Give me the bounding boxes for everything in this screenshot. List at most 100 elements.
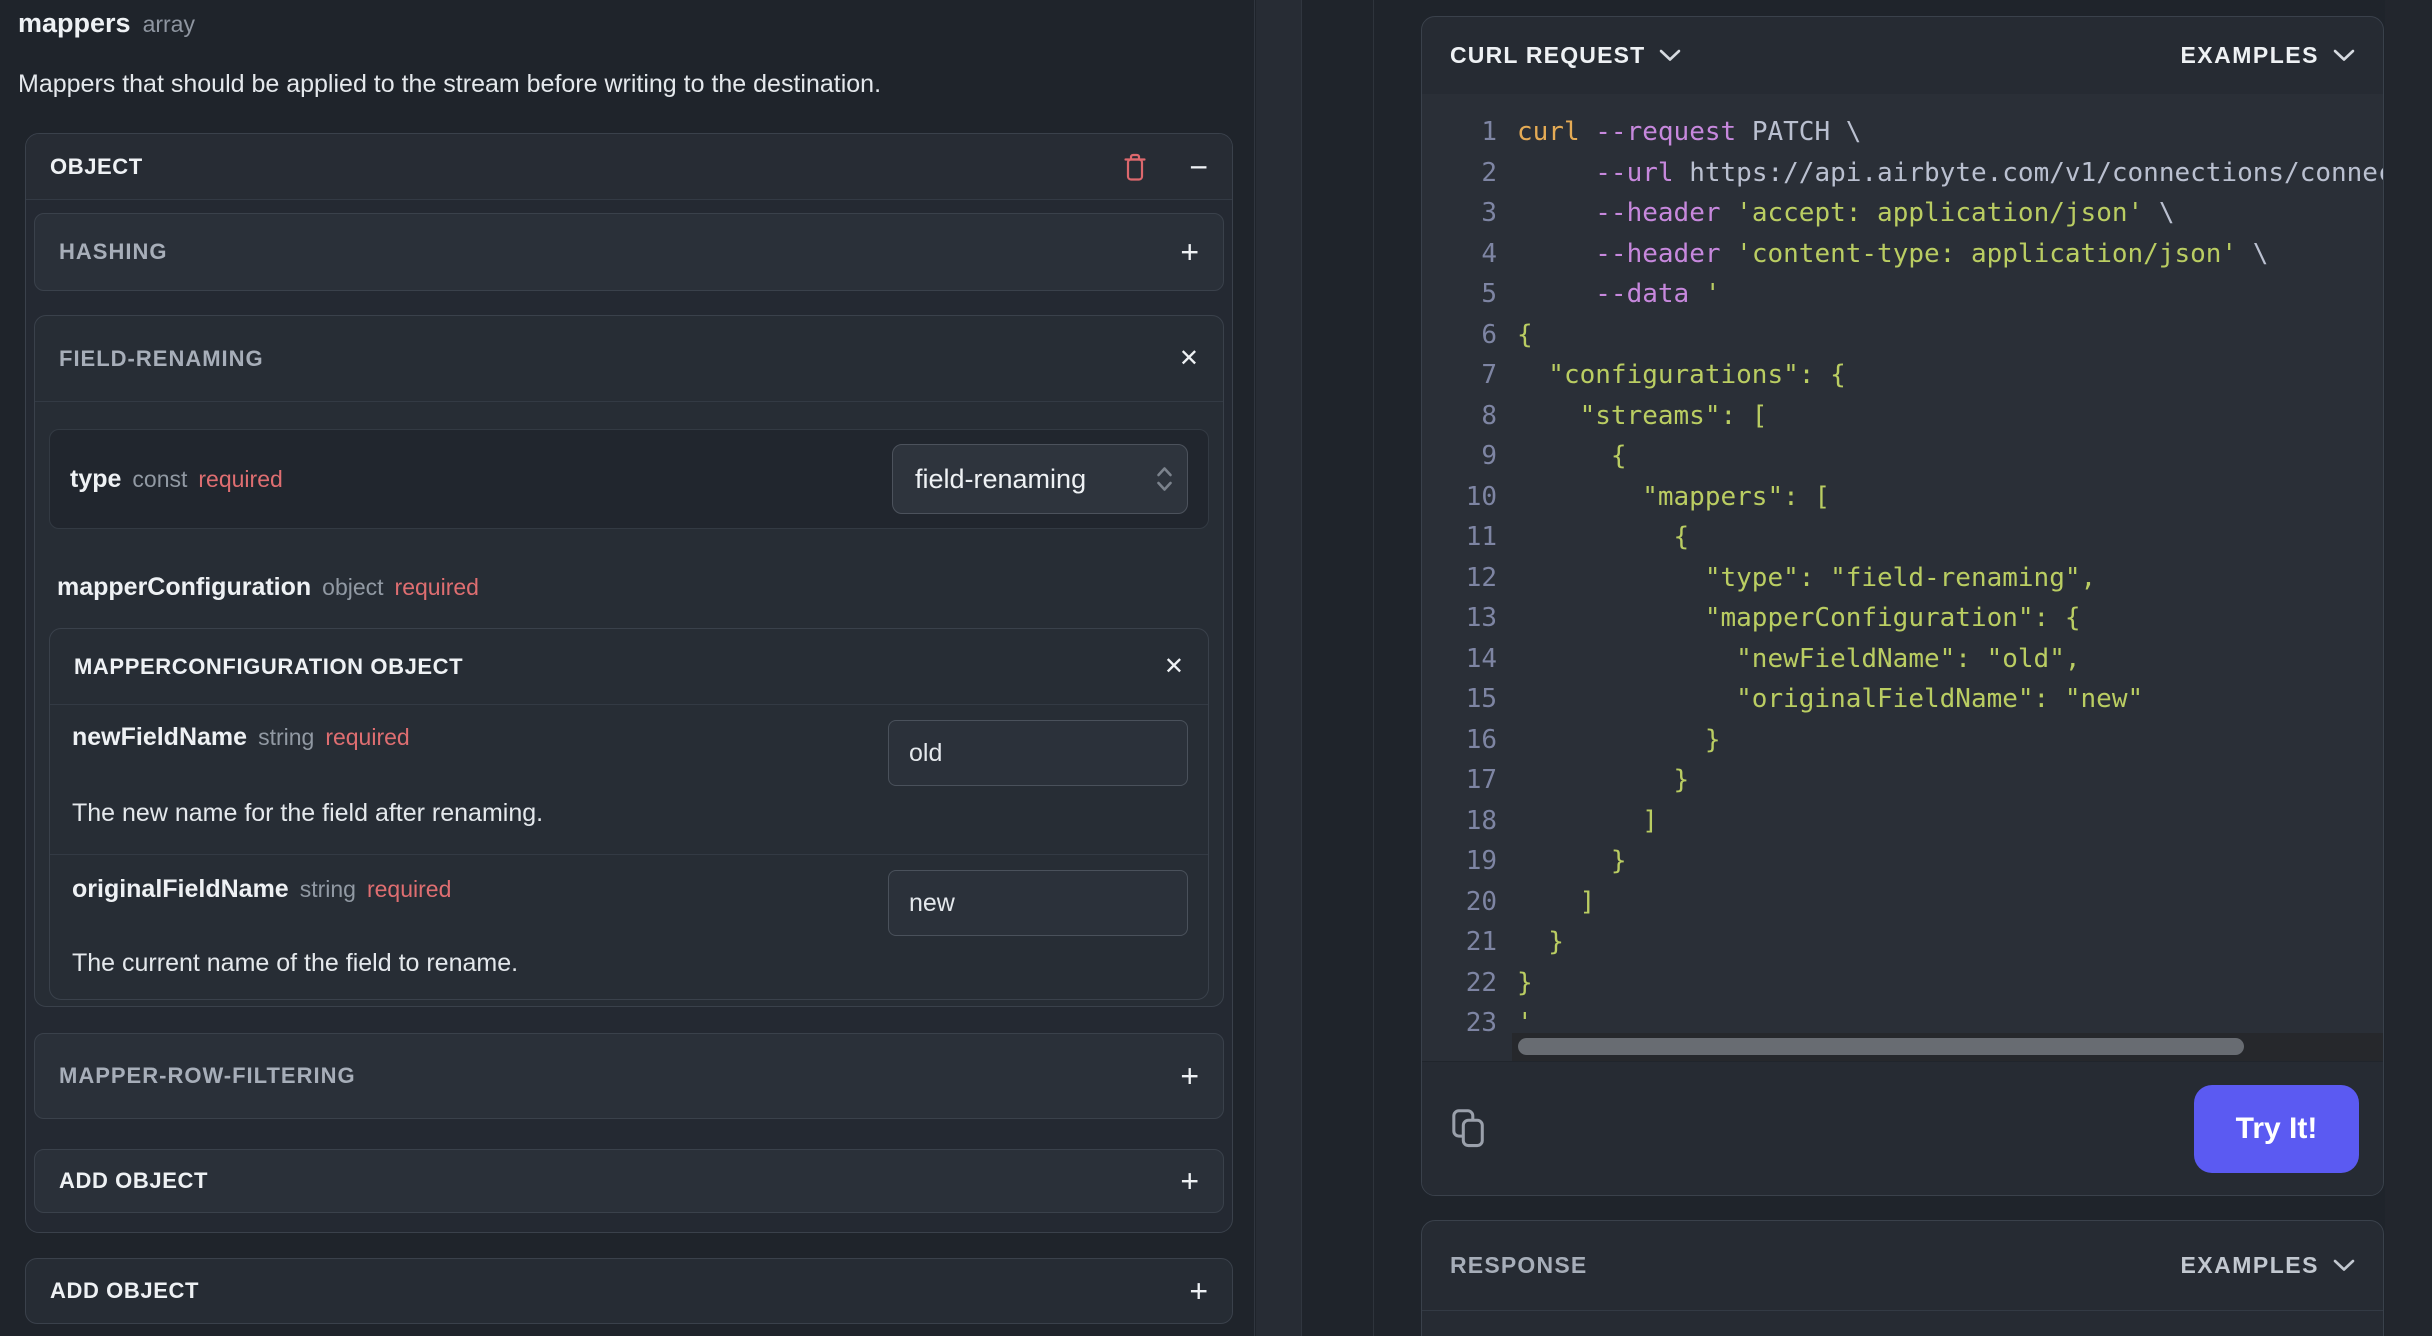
code-text: "streams": [: [1517, 400, 1768, 431]
field-renaming-label: FIELD-RENAMING: [59, 345, 264, 371]
code-line: 11 {: [1422, 517, 2383, 558]
page-right-gutter: [2385, 0, 2432, 1336]
code-line: 3 --header 'accept: application/json' \: [1422, 193, 2383, 234]
original-field-name-input[interactable]: [888, 870, 1188, 936]
curl-request-title: CURL REQUEST: [1450, 42, 1646, 68]
mapper-configuration-close-button[interactable]: ✕: [1164, 654, 1184, 679]
code-line: 17 }: [1422, 760, 2383, 801]
field-renaming-header[interactable]: FIELD-RENAMING ✕: [35, 316, 1223, 402]
chevron-down-icon: [1659, 49, 1681, 62]
column-scrollbar-gutter[interactable]: [1256, 0, 1302, 1336]
code-text: {: [1517, 522, 1690, 552]
code-line: 21 }: [1422, 922, 2383, 963]
code-text: }: [1517, 927, 1564, 957]
code-line: 22}: [1422, 963, 2383, 1004]
mapper-configuration-kind: object: [322, 574, 384, 600]
mapper-configuration-card: MAPPERCONFIGURATION OBJECT ✕ newFieldNam…: [49, 628, 1209, 1000]
code-line: 2 --url https://api.airbyte.com/v1/conne…: [1422, 153, 2383, 194]
mapper-configuration-card-header[interactable]: MAPPERCONFIGURATION OBJECT ✕: [50, 629, 1208, 705]
mapper-configuration-label: mapperConfiguration object required: [57, 573, 1223, 602]
field-title-type: array: [142, 11, 195, 37]
code-line: 14 "newFieldName": "old",: [1422, 639, 2383, 680]
line-number: 12: [1465, 562, 1497, 593]
request-examples-dropdown[interactable]: EXAMPLES: [2180, 42, 2355, 69]
code-text: "originalFieldName": "new": [1517, 684, 2144, 714]
code-text: curl --request PATCH \: [1517, 117, 1862, 147]
add-object-inner-card[interactable]: ADD OBJECT +: [34, 1149, 1224, 1213]
hashing-expand-button[interactable]: +: [1180, 236, 1199, 268]
request-examples-label: EXAMPLES: [2180, 42, 2319, 68]
original-field-name-label: originalFieldName: [72, 875, 289, 903]
line-number: 17: [1465, 765, 1497, 795]
line-number: 5: [1481, 279, 1497, 309]
copy-button[interactable]: [1450, 1107, 1488, 1150]
code-line: 20 ]: [1422, 882, 2383, 923]
response-examples-dropdown[interactable]: EXAMPLES: [2180, 1252, 2355, 1279]
add-object-inner-label: ADD OBJECT: [59, 1168, 209, 1193]
type-kind: const: [132, 465, 188, 492]
collapse-button[interactable]: −: [1189, 151, 1208, 183]
curl-request-dropdown[interactable]: CURL REQUEST: [1450, 42, 1681, 69]
response-examples-label: EXAMPLES: [2180, 1252, 2319, 1278]
code-text: }: [1517, 846, 1627, 876]
line-number: 8: [1481, 400, 1497, 431]
new-field-name-input[interactable]: [888, 720, 1188, 786]
code-block[interactable]: 1 curl --request PATCH \ 2 --url https://a…: [1422, 94, 2383, 1061]
line-number: 22: [1465, 967, 1497, 998]
mapper-configuration-card-title: MAPPERCONFIGURATION OBJECT: [74, 653, 464, 679]
object-wrapper: OBJECT − HASHING + FIELD-RENAMING ✕ type…: [25, 133, 1233, 1233]
curl-request-footer: Try It!: [1422, 1061, 2383, 1195]
horizontal-scrollbar-thumb[interactable]: [1518, 1038, 2244, 1055]
try-it-button[interactable]: Try It!: [2194, 1084, 2359, 1173]
field-title-name: mappers: [18, 8, 131, 38]
line-number: 2: [1481, 157, 1497, 188]
type-row: type const required field-renaming: [49, 429, 1209, 529]
code-line: 5 --data ': [1422, 274, 2383, 315]
field-title: mappers array: [18, 8, 195, 39]
horizontal-scrollbar[interactable]: [1512, 1033, 2383, 1061]
code-line: 15 "originalFieldName": "new": [1422, 679, 2383, 720]
code-line: 12 "type": "field-renaming",: [1422, 558, 2383, 599]
line-number: 7: [1481, 360, 1497, 390]
type-name: type: [70, 464, 122, 493]
add-object-outer-button[interactable]: +: [1189, 1275, 1208, 1307]
new-field-name-label: newFieldName: [72, 723, 248, 751]
line-number: 15: [1465, 684, 1497, 714]
line-number: 6: [1481, 319, 1497, 350]
code-line: 8 "streams": [: [1422, 396, 2383, 437]
code-text: "type": "field-renaming",: [1517, 562, 2097, 593]
code-line: 16 }: [1422, 720, 2383, 761]
code-text: --url https://api.airbyte.com/v1/connect…: [1595, 157, 2383, 188]
code-lines: 1 curl --request PATCH \ 2 --url https://a…: [1422, 112, 2383, 1044]
mapper-row-filtering-expand-button[interactable]: +: [1180, 1060, 1199, 1092]
mapper-row-filtering-card[interactable]: MAPPER-ROW-FILTERING +: [34, 1033, 1224, 1119]
field-renaming-close-button[interactable]: ✕: [1179, 346, 1199, 371]
line-number: 21: [1465, 927, 1497, 957]
add-object-inner-button[interactable]: +: [1180, 1165, 1199, 1197]
line-number: 14: [1465, 643, 1497, 674]
trash-icon[interactable]: [1121, 151, 1149, 183]
code-line: 9 {: [1422, 436, 2383, 477]
column-divider: [1373, 0, 1374, 1336]
code-text: {: [1517, 319, 1533, 350]
original-field-name-required-badge: required: [366, 876, 452, 902]
field-renaming-section: FIELD-RENAMING ✕ type const required fie…: [34, 315, 1224, 1007]
chevron-down-icon: [2333, 1259, 2355, 1272]
code-text: {: [1517, 441, 1627, 471]
mapper-row-filtering-label: MAPPER-ROW-FILTERING: [59, 1063, 356, 1088]
code-text: --header 'accept: application/json' \: [1595, 198, 2175, 228]
hashing-card[interactable]: HASHING +: [34, 213, 1224, 291]
code-text: --header 'content-type: application/json…: [1595, 238, 2269, 269]
type-required-badge: required: [198, 465, 283, 492]
line-number: 9: [1481, 441, 1497, 471]
code-text: ]: [1517, 886, 1596, 917]
original-field-name-kind: string: [299, 876, 356, 902]
type-select[interactable]: field-renaming: [892, 444, 1188, 514]
add-object-outer-card[interactable]: ADD OBJECT +: [25, 1258, 1233, 1324]
code-text: }: [1517, 765, 1690, 795]
new-field-name-required-badge: required: [325, 724, 410, 750]
original-field-name-description: The current name of the field to rename.: [72, 949, 519, 977]
response-title: RESPONSE: [1450, 1252, 1588, 1278]
line-number: 23: [1465, 1008, 1497, 1038]
object-header[interactable]: OBJECT −: [26, 134, 1232, 200]
